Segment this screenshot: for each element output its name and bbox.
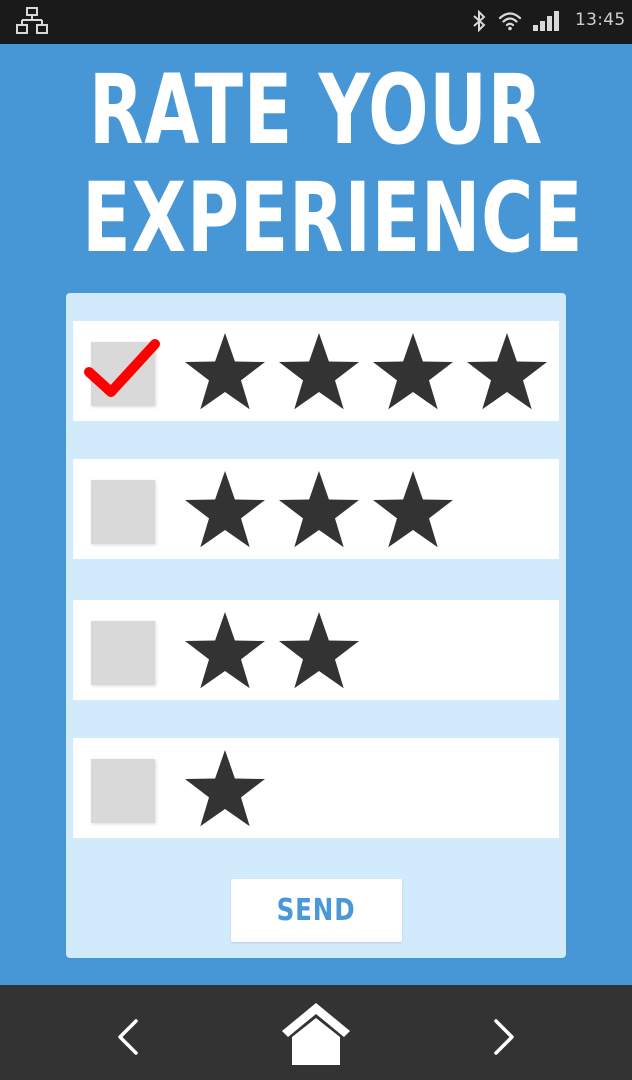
rating-checkbox[interactable] — [91, 759, 155, 823]
forward-icon[interactable] — [488, 1017, 520, 1057]
wifi-icon — [498, 12, 522, 31]
nav-bar — [0, 985, 632, 1080]
star-icon — [279, 333, 359, 410]
rating-checkbox[interactable] — [91, 621, 155, 685]
bluetooth-icon — [473, 10, 486, 32]
back-icon[interactable] — [112, 1017, 144, 1057]
page-title-line-1: RATE YOUR — [88, 54, 544, 166]
network-icon — [16, 7, 48, 34]
star-icon — [373, 333, 453, 410]
page-title-line-2: EXPERIENCE — [82, 162, 584, 274]
rating-checkbox[interactable] — [84, 339, 160, 406]
home-icon[interactable] — [280, 1001, 352, 1067]
status-time: 13:45 — [575, 10, 626, 30]
rating-row-3-stars[interactable] — [73, 459, 559, 559]
star-icon — [185, 750, 265, 827]
rating-row-4-stars[interactable] — [73, 321, 559, 421]
star-icon — [185, 333, 265, 410]
rating-card: SEND — [66, 293, 566, 958]
status-bar: 13:45 — [0, 0, 632, 44]
rating-row-1-star[interactable] — [73, 738, 559, 838]
star-icon — [373, 471, 453, 548]
rating-row-2-stars[interactable] — [73, 600, 559, 700]
signal-icon — [533, 11, 559, 31]
checkmark-icon — [84, 339, 160, 397]
star-icon — [467, 333, 547, 410]
rating-checkbox[interactable] — [91, 480, 155, 544]
star-icon — [279, 612, 359, 689]
star-icon — [185, 471, 265, 548]
star-icon — [185, 612, 265, 689]
star-icon — [279, 471, 359, 548]
send-button[interactable]: SEND — [231, 879, 402, 942]
send-button-label: SEND — [277, 893, 356, 928]
